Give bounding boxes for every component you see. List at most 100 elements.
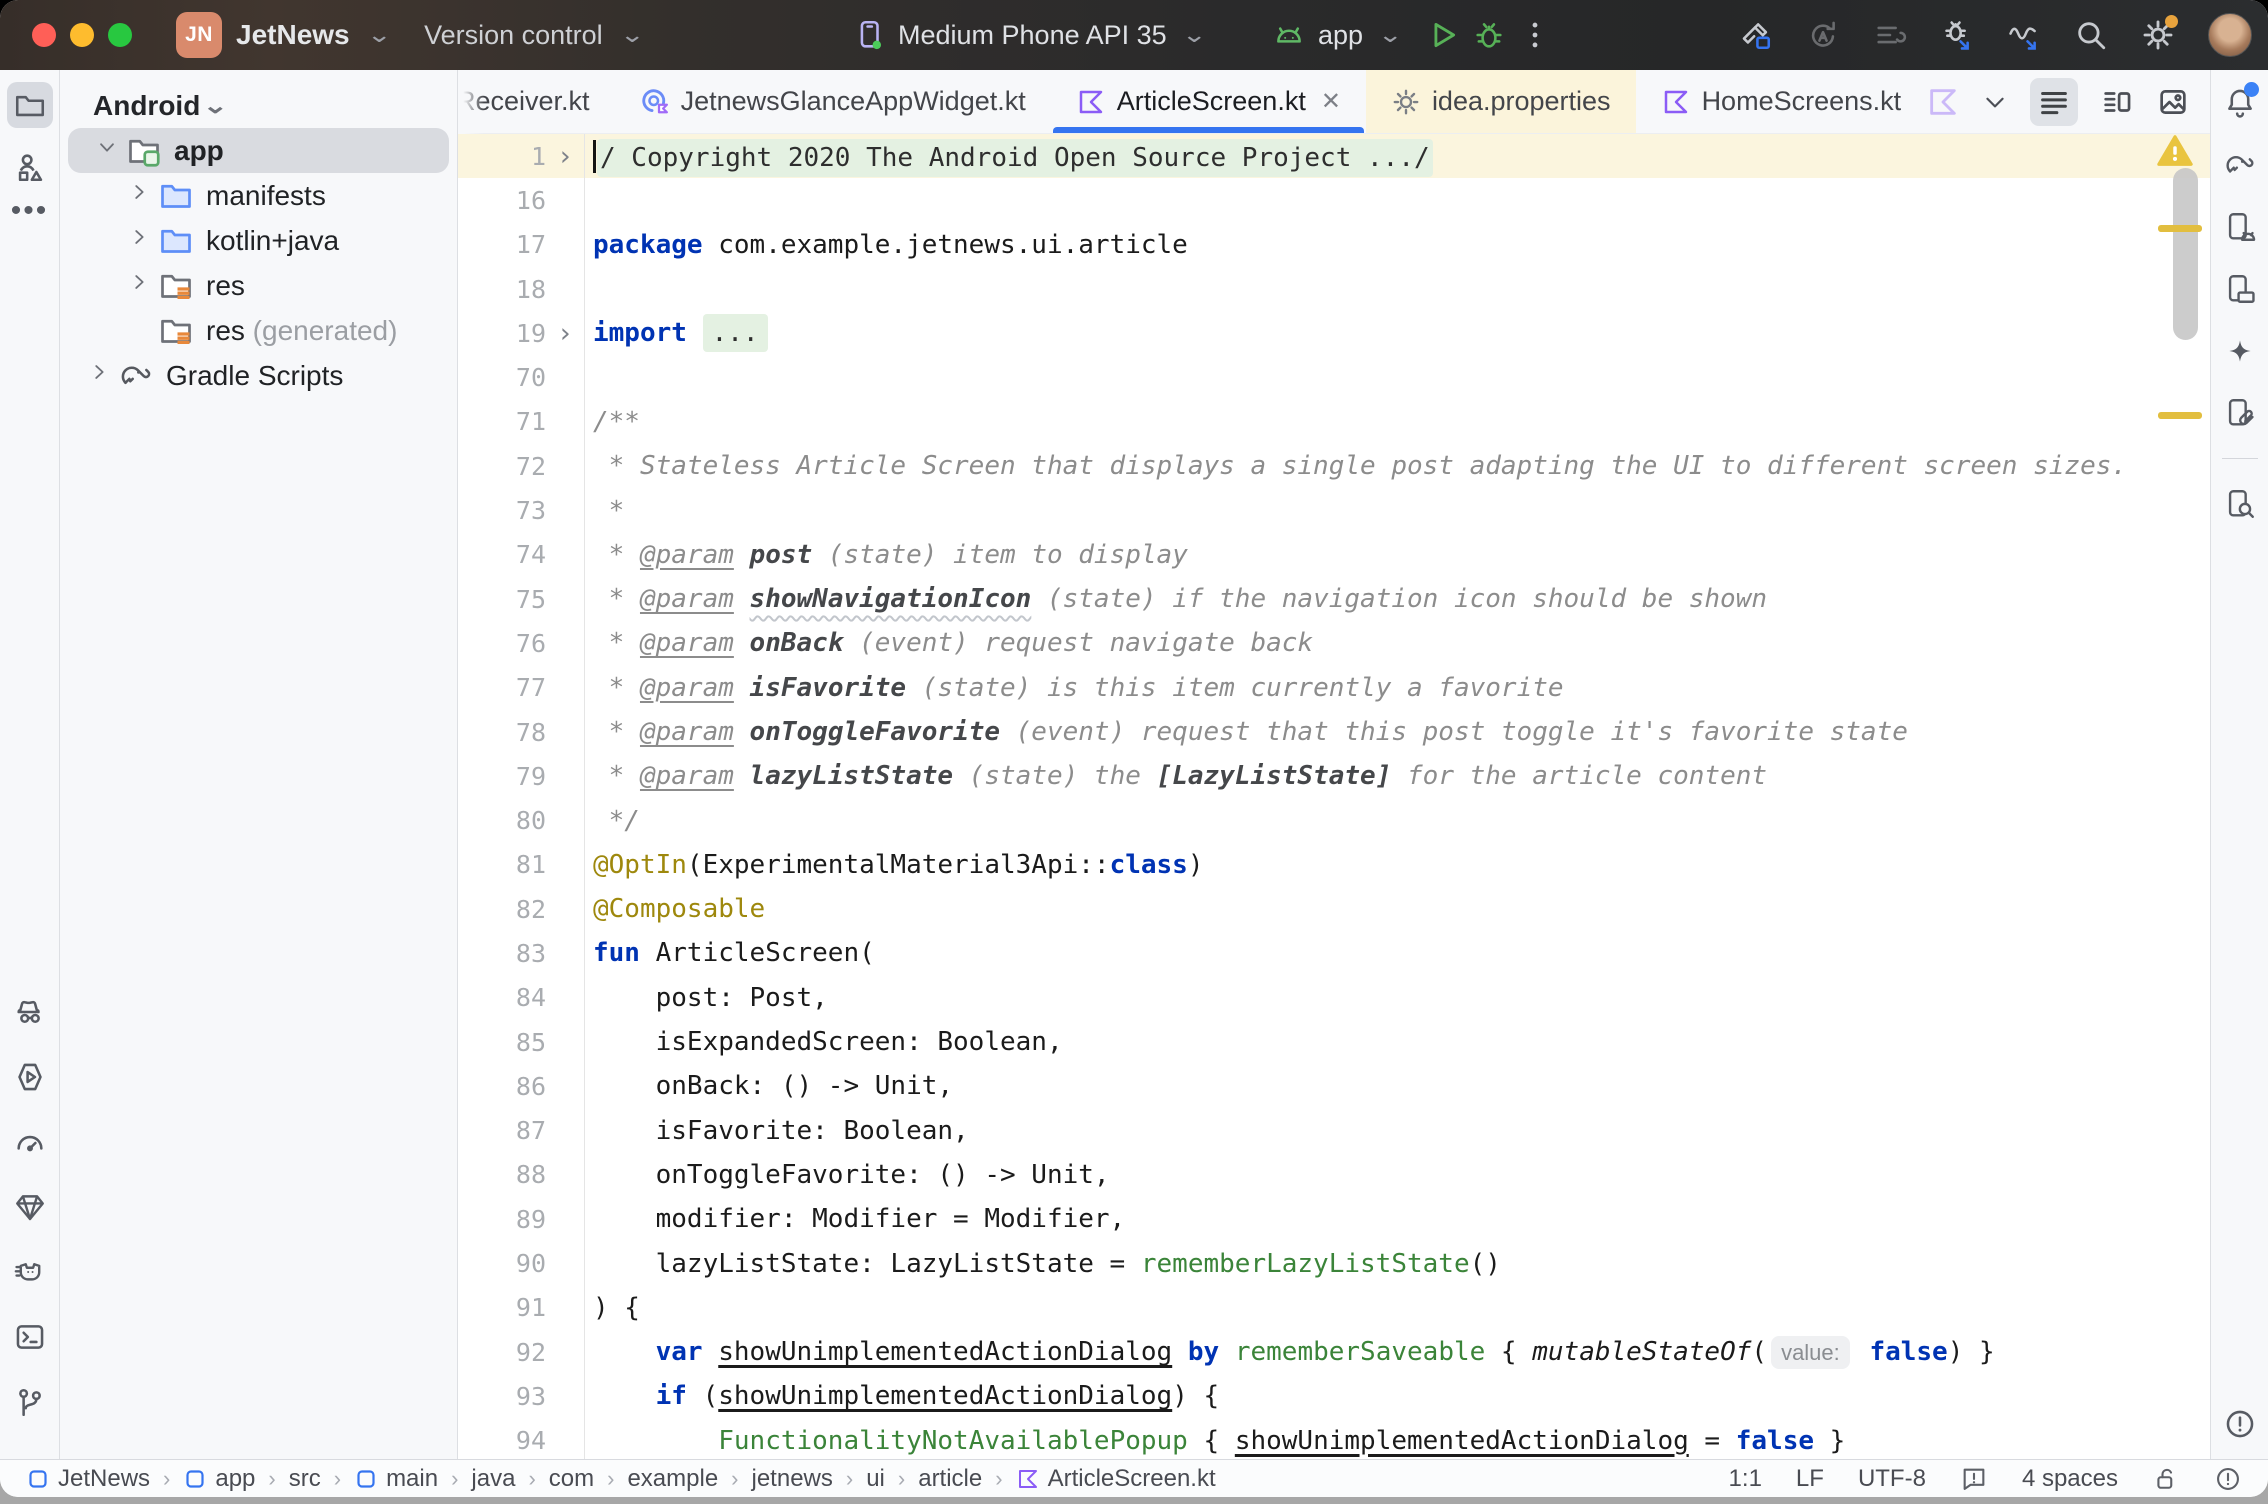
breadcrumb-item-ui[interactable]: ui (866, 1465, 885, 1493)
code-line-92[interactable]: 92 var showUnimplementedActionDialog by … (458, 1330, 2210, 1374)
tree-item-res-generated[interactable]: res (generated) (60, 308, 457, 353)
preview-image-icon[interactable] (2156, 85, 2190, 119)
line-number[interactable]: 73 (458, 496, 546, 525)
attach-debugger-icon[interactable] (1940, 18, 1974, 52)
problems-icon[interactable] (2223, 1407, 2257, 1441)
code-editor[interactable]: 1›/ Copyright 2020 The Android Open Sour… (458, 134, 2210, 1459)
tab-homescreens-kt[interactable]: HomeScreens.kt (1636, 70, 1927, 133)
code-line-19[interactable]: 19›import ... (458, 311, 2210, 355)
inspection-warning-icon[interactable] (2156, 132, 2194, 170)
close-icon[interactable]: ✕ (1321, 87, 1341, 116)
line-number[interactable]: 19 (458, 319, 546, 348)
line-number[interactable]: 71 (458, 407, 546, 436)
fold-chevron-icon[interactable]: › (546, 318, 584, 349)
code-line-86[interactable]: 86 onBack: () -> Unit, (458, 1064, 2210, 1108)
user-avatar[interactable] (2208, 13, 2252, 57)
tree-item-gradle-scripts[interactable]: Gradle Scripts (60, 353, 457, 398)
line-number[interactable]: 1 (458, 142, 546, 171)
close-button[interactable] (32, 23, 56, 47)
scrollbar-warning-mark[interactable] (2158, 225, 2202, 232)
settings-button[interactable] (2141, 18, 2175, 52)
code-line-74[interactable]: 74 * @param post (state) item to display (458, 533, 2210, 577)
tree-item-kotlin-java[interactable]: kotlin+java (60, 218, 457, 263)
code-line-78[interactable]: 78 * @param onToggleFavorite (event) req… (458, 710, 2210, 754)
code-line-77[interactable]: 77 * @param isFavorite (state) is this i… (458, 666, 2210, 710)
chevron-right-icon[interactable] (120, 271, 158, 300)
scrollbar-warning-mark[interactable] (2158, 412, 2202, 419)
device-explorer-icon[interactable] (2223, 396, 2257, 430)
tree-item-app[interactable]: app (68, 128, 449, 173)
minimize-button[interactable] (70, 23, 94, 47)
line-number[interactable]: 72 (458, 452, 546, 481)
line-number[interactable]: 93 (458, 1382, 546, 1411)
editor-view-mode-button[interactable] (2030, 78, 2078, 126)
code-line-83[interactable]: 83fun ArticleScreen( (458, 931, 2210, 975)
run-tool-icon[interactable] (13, 1060, 47, 1094)
project-tool-button[interactable] (7, 82, 53, 128)
line-number[interactable]: 74 (458, 540, 546, 569)
dashing-cat-icon[interactable] (13, 1255, 47, 1289)
line-number[interactable]: 70 (458, 363, 546, 392)
code-line-89[interactable]: 89 modifier: Modifier = Modifier, (458, 1197, 2210, 1241)
zoom-button[interactable] (108, 23, 132, 47)
tab-jetnewsglanceappwidget-kt[interactable]: JetnewsGlanceAppWidget.kt (615, 70, 1051, 133)
code-line-18[interactable]: 18 (458, 267, 2210, 311)
line-number[interactable]: 88 (458, 1160, 546, 1189)
gradle-tool-icon[interactable] (2223, 148, 2257, 182)
device-selector[interactable]: Medium Phone API 35 ⌄ (852, 0, 1203, 70)
line-number[interactable]: 75 (458, 585, 546, 614)
code-line-90[interactable]: 90 lazyListState: LazyListState = rememb… (458, 1241, 2210, 1285)
caret-position-widget[interactable]: 1:1 (1729, 1465, 1762, 1493)
gemini-sparkle-icon[interactable] (2223, 334, 2257, 368)
running-devices-icon[interactable] (2223, 210, 2257, 244)
error-circle-icon[interactable] (2214, 1465, 2242, 1493)
code-line-94[interactable]: 94 FunctionalityNotAvailablePopup { show… (458, 1419, 2210, 1459)
code-line-79[interactable]: 79 * @param lazyListState (state) the [L… (458, 754, 2210, 798)
line-number[interactable]: 18 (458, 275, 546, 304)
resource-manager-icon[interactable] (13, 150, 47, 184)
code-line-80[interactable]: 80 */ (458, 798, 2210, 842)
version-control-branch-icon[interactable] (13, 1385, 47, 1419)
device-mirror-icon[interactable] (2223, 272, 2257, 306)
notifications-bell-icon[interactable] (2223, 86, 2257, 120)
line-number[interactable]: 77 (458, 673, 546, 702)
profiler-icon[interactable] (13, 1125, 47, 1159)
breadcrumb-item-app[interactable]: app (183, 1465, 255, 1493)
code-line-84[interactable]: 84 post: Post, (458, 976, 2210, 1020)
code-line-88[interactable]: 88 onToggleFavorite: () -> Unit, (458, 1153, 2210, 1197)
run-configuration-selector[interactable]: app (1318, 20, 1363, 51)
line-number[interactable]: 76 (458, 629, 546, 658)
version-control-menu[interactable]: Version control (424, 20, 603, 51)
debug-button[interactable] (1472, 18, 1506, 52)
line-separator-widget[interactable]: LF (1796, 1465, 1824, 1493)
lock-open-icon[interactable] (2152, 1465, 2180, 1493)
tree-item-res[interactable]: res (60, 263, 457, 308)
app-inspection-icon[interactable] (2223, 487, 2257, 521)
code-line-76[interactable]: 76 * @param onBack (event) request navig… (458, 621, 2210, 665)
code-line-91[interactable]: 91) { (458, 1286, 2210, 1330)
code-line-81[interactable]: 81@OptIn(ExperimentalMaterial3Api::class… (458, 843, 2210, 887)
line-number[interactable]: 91 (458, 1293, 546, 1322)
more-actions-button[interactable] (1518, 18, 1552, 52)
code-line-85[interactable]: 85 isExpandedScreen: Boolean, (458, 1020, 2210, 1064)
breadcrumb-item-java[interactable]: java (471, 1465, 515, 1493)
line-number[interactable]: 16 (458, 186, 546, 215)
line-number[interactable]: 92 (458, 1338, 546, 1367)
code-line-17[interactable]: 17package com.example.jetnews.ui.article (458, 223, 2210, 267)
line-number[interactable]: 89 (458, 1205, 546, 1234)
line-number[interactable]: 86 (458, 1072, 546, 1101)
line-number[interactable]: 17 (458, 230, 546, 259)
build-button[interactable] (1739, 18, 1773, 52)
split-view-icon[interactable] (2100, 85, 2134, 119)
profile-app-icon[interactable] (2007, 18, 2041, 52)
code-line-75[interactable]: 75 * @param showNavigationIcon (state) i… (458, 577, 2210, 621)
line-number[interactable]: 82 (458, 895, 546, 924)
line-number[interactable]: 94 (458, 1426, 546, 1455)
line-number[interactable]: 78 (458, 718, 546, 747)
encoding-widget[interactable]: UTF-8 (1858, 1465, 1926, 1493)
breadcrumb-item-src[interactable]: src (289, 1465, 321, 1493)
code-line-93[interactable]: 93 if (showUnimplementedActionDialog) { (458, 1374, 2210, 1418)
terminal-icon[interactable] (13, 1320, 47, 1354)
breadcrumb-item-com[interactable]: com (549, 1465, 594, 1493)
tab-articlescreen-kt[interactable]: ArticleScreen.kt✕ (1051, 70, 1366, 133)
